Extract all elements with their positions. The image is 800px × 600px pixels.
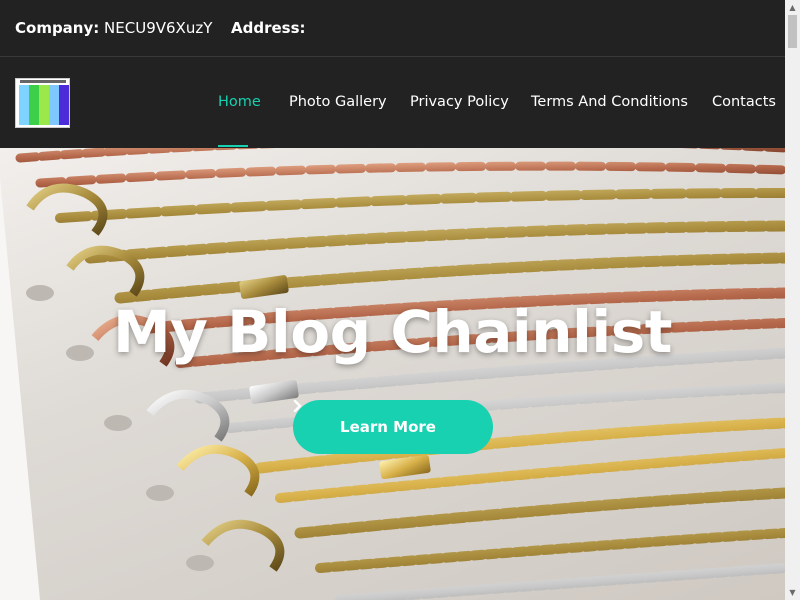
nav-photo-gallery[interactable]: Photo Gallery [289,94,387,110]
logo-header-strip [20,80,66,83]
scroll-down-arrow-icon[interactable]: ▼ [785,585,800,600]
scrollbar-thumb[interactable] [788,15,797,48]
logo-strip [19,85,29,125]
page: Company: NECU9V6XuzY Address: Home Photo… [0,0,785,600]
logo-strip [39,85,49,125]
learn-more-button[interactable]: Learn More [293,400,493,454]
nav-contacts[interactable]: Contacts [712,94,776,110]
nav-home[interactable]: Home [218,94,261,110]
vertical-scrollbar[interactable]: ▲ ▼ [785,0,800,600]
hero-background-chains-image [0,148,785,600]
nav-privacy-policy[interactable]: Privacy Policy [410,94,509,110]
nav-terms-and-conditions[interactable]: Terms And Conditions [531,94,688,110]
address-label: Address: [231,19,306,37]
main-navigation: Home Photo Gallery Privacy Policy Terms … [0,58,785,148]
site-logo[interactable] [15,78,70,128]
learn-more-label: Learn More [340,418,436,436]
top-info-bar: Company: NECU9V6XuzY Address: [0,0,785,57]
logo-strip [59,85,69,125]
active-nav-indicator [218,145,248,147]
hero-section: My Blog Chainlist Learn More [0,148,785,600]
address-info: Address: [231,19,306,37]
company-label: Company: [15,19,100,37]
hero-title: My Blog Chainlist [112,298,673,366]
company-value: NECU9V6XuzY [104,19,213,37]
logo-strip [29,85,39,125]
logo-strip [49,85,59,125]
company-info: Company: NECU9V6XuzY [15,19,212,37]
scroll-up-arrow-icon[interactable]: ▲ [785,0,800,15]
